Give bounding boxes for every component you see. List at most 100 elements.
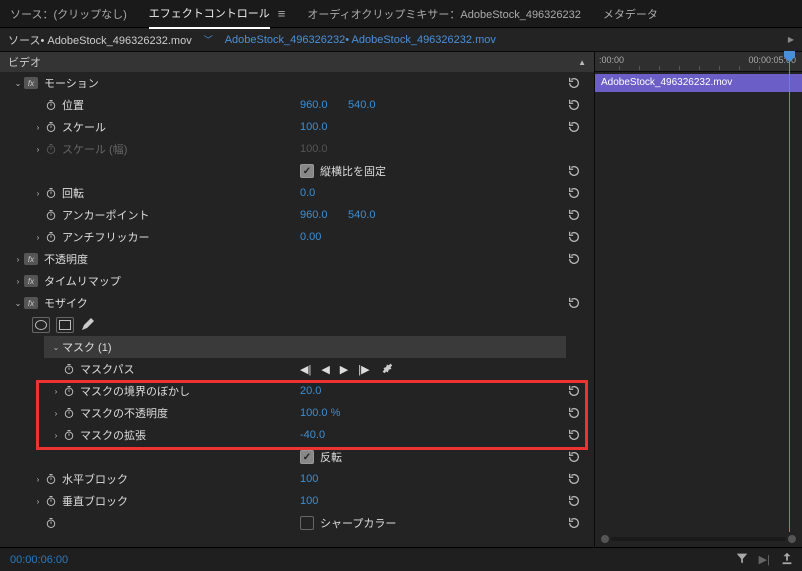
step-forward-icon[interactable]: ▶| — [759, 553, 770, 566]
reset-icon[interactable] — [564, 427, 584, 443]
param-sharp-colors[interactable]: シャープカラー — [0, 512, 594, 534]
param-mask-expansion[interactable]: › マスクの拡張 -40.0 — [0, 424, 594, 446]
tab-effect-controls[interactable]: エフェクトコントロール — [149, 0, 270, 29]
vblocks-value[interactable]: 100 — [300, 495, 318, 507]
reset-icon[interactable] — [564, 229, 584, 245]
stopwatch-icon[interactable] — [44, 494, 58, 508]
reset-icon[interactable] — [564, 493, 584, 509]
reset-icon[interactable] — [564, 295, 584, 311]
reset-icon[interactable] — [564, 119, 584, 135]
tab-metadata[interactable]: メタデータ — [603, 6, 658, 22]
panel-menu-icon[interactable]: ≡ — [278, 6, 286, 21]
expand-icon[interactable]: › — [12, 255, 24, 264]
reset-icon[interactable] — [564, 185, 584, 201]
stopwatch-icon[interactable] — [44, 208, 58, 222]
stopwatch-icon[interactable] — [62, 362, 76, 376]
pen-mask-button[interactable] — [80, 316, 96, 335]
track-backward-icon[interactable]: ◀ — [321, 363, 329, 376]
reset-icon[interactable] — [564, 515, 584, 531]
sharp-color-checkbox[interactable] — [300, 516, 314, 530]
param-mask-inverted[interactable]: 反転 — [0, 446, 594, 468]
mask-item[interactable]: ⌄ マスク (1) — [44, 336, 566, 358]
ellipse-mask-button[interactable] — [32, 317, 50, 333]
stopwatch-icon[interactable] — [44, 98, 58, 112]
stopwatch-icon[interactable] — [62, 428, 76, 442]
expand-icon[interactable]: › — [50, 409, 62, 418]
param-anchor-point[interactable]: アンカーポイント 960.0 540.0 — [0, 204, 594, 226]
reset-icon[interactable] — [564, 471, 584, 487]
track-forward-icon[interactable]: ▶ — [340, 363, 348, 376]
effect-motion[interactable]: ⌄ fx モーション — [0, 72, 594, 94]
effect-mosaic[interactable]: ⌄ fx モザイク — [0, 292, 594, 314]
expand-icon[interactable]: › — [32, 233, 44, 242]
tracking-settings-icon[interactable] — [380, 361, 394, 378]
uniform-scale-checkbox[interactable] — [300, 164, 314, 178]
rect-mask-button[interactable] — [56, 317, 74, 333]
effect-opacity[interactable]: › fx 不透明度 — [0, 248, 594, 270]
hblocks-value[interactable]: 100 — [300, 473, 318, 485]
param-mask-path[interactable]: マスクパス ◀| ◀ ▶ |▶ — [0, 358, 594, 380]
reset-icon[interactable] — [564, 75, 584, 91]
reset-icon[interactable] — [564, 207, 584, 223]
expand-icon[interactable]: › — [32, 123, 44, 132]
reset-icon[interactable] — [564, 251, 584, 267]
tab-audio-mixer[interactable]: オーディオクリップミキサー：AdobeStock_496326232 — [307, 6, 581, 22]
timeline-zoom-scrollbar[interactable] — [601, 535, 796, 543]
expand-icon[interactable]: › — [50, 431, 62, 440]
stopwatch-icon[interactable] — [44, 120, 58, 134]
param-horizontal-blocks[interactable]: › 水平ブロック 100 — [0, 468, 594, 490]
toggle-icon[interactable]: ⌄ — [12, 79, 24, 88]
reset-icon[interactable] — [564, 383, 584, 399]
tab-source[interactable]: ソース：(クリップなし) — [10, 6, 127, 22]
scroll-timeline-icon[interactable]: ▶ — [788, 35, 794, 44]
mask-opacity-value[interactable]: 100.0 % — [300, 407, 340, 419]
reset-icon[interactable] — [564, 405, 584, 421]
effect-timeremap[interactable]: › fx タイムリマップ — [0, 270, 594, 292]
playhead[interactable] — [789, 52, 790, 532]
track-back-one-icon[interactable]: ◀| — [300, 363, 311, 376]
zoom-handle-left[interactable] — [601, 535, 609, 543]
mask-feather-value[interactable]: 20.0 — [300, 385, 321, 397]
stopwatch-icon[interactable] — [44, 516, 58, 530]
reset-icon[interactable] — [564, 97, 584, 113]
stopwatch-icon[interactable] — [62, 406, 76, 420]
expand-icon[interactable]: › — [32, 189, 44, 198]
param-antiflicker[interactable]: › アンチフリッカー 0.00 — [0, 226, 594, 248]
param-uniform-scale[interactable]: 縦横比を固定 — [0, 160, 594, 182]
rotation-value[interactable]: 0.0 — [300, 187, 315, 199]
track-forward-one-icon[interactable]: |▶ — [358, 363, 369, 376]
export-icon[interactable] — [780, 551, 794, 568]
stopwatch-icon[interactable] — [44, 186, 58, 200]
scale-value[interactable]: 100.0 — [300, 121, 328, 133]
fx-badge-icon[interactable]: fx — [24, 297, 38, 309]
param-mask-feather[interactable]: › マスクの境界のぼかし 20.0 — [0, 380, 594, 402]
anchor-x-value[interactable]: 960.0 — [300, 209, 328, 221]
stopwatch-icon[interactable] — [62, 384, 76, 398]
fx-badge-icon[interactable]: fx — [24, 275, 38, 287]
param-position[interactable]: 位置 960.0 540.0 — [0, 94, 594, 116]
param-rotation[interactable]: › 回転 0.0 — [0, 182, 594, 204]
position-x-value[interactable]: 960.0 — [300, 99, 328, 111]
expand-icon[interactable]: › — [50, 387, 62, 396]
antiflicker-value[interactable]: 0.00 — [300, 231, 321, 243]
filter-icon[interactable] — [735, 551, 749, 568]
sequence-dropdown-icon[interactable]: ﹀ — [200, 33, 217, 46]
clip-duration-bar[interactable]: AdobeStock_496326232.mov — [595, 74, 802, 92]
param-vertical-blocks[interactable]: › 垂直ブロック 100 — [0, 490, 594, 512]
mask-name-label[interactable]: マスク (1) — [62, 339, 112, 355]
param-scale[interactable]: › スケール 100.0 — [0, 116, 594, 138]
mask-inverted-checkbox[interactable] — [300, 450, 314, 464]
anchor-y-value[interactable]: 540.0 — [348, 209, 376, 221]
param-mask-opacity[interactable]: › マスクの不透明度 100.0 % — [0, 402, 594, 424]
position-y-value[interactable]: 540.0 — [348, 99, 376, 111]
expand-icon[interactable]: › — [32, 497, 44, 506]
fx-badge-icon[interactable]: fx — [24, 77, 38, 89]
toggle-icon[interactable]: ⌄ — [50, 343, 62, 352]
sequence-link[interactable]: AdobeStock_496326232• AdobeStock_4963262… — [225, 34, 496, 46]
reset-icon[interactable] — [564, 449, 584, 465]
stopwatch-icon[interactable] — [44, 230, 58, 244]
stopwatch-icon[interactable] — [44, 472, 58, 486]
timecode-display[interactable]: 00:00:06:00 — [10, 554, 68, 566]
zoom-handle-right[interactable] — [788, 535, 796, 543]
expand-icon[interactable]: › — [12, 277, 24, 286]
